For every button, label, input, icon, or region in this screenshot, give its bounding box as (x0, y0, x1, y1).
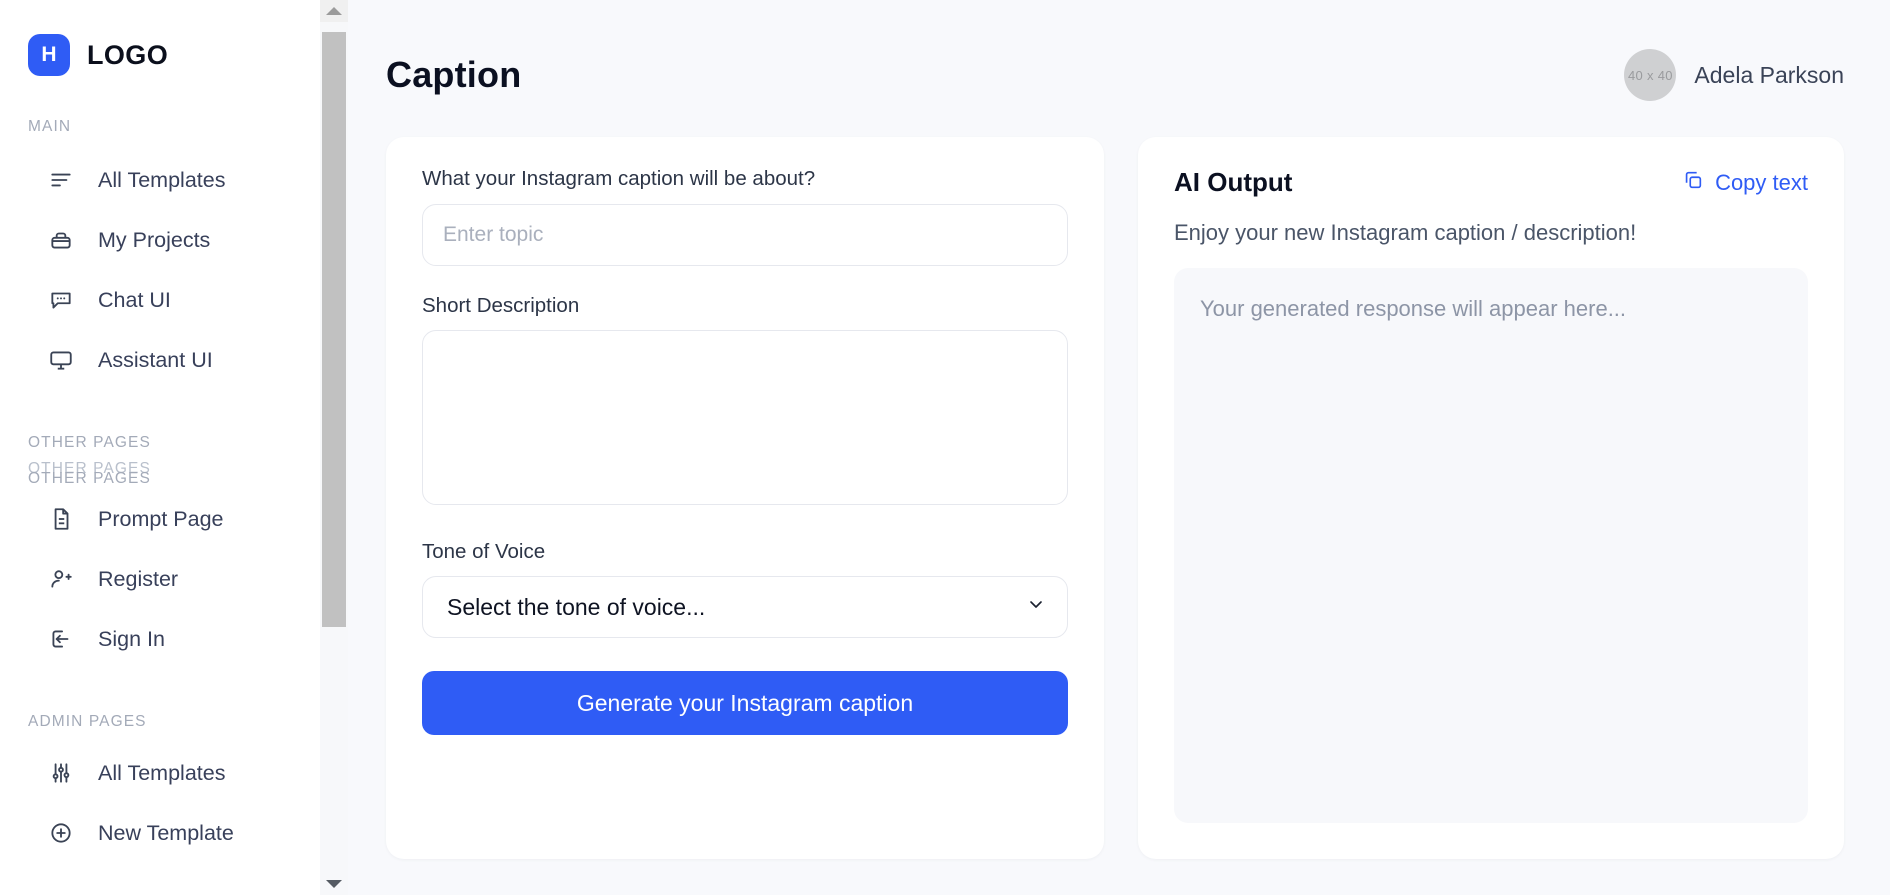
monitor-icon (48, 347, 74, 373)
plus-circle-icon (48, 820, 74, 846)
tone-select-wrap: Select the tone of voice... (422, 576, 1068, 638)
sidebar-section-other-pages-repeat: OTHER PAGES (28, 470, 151, 487)
ai-output-card: AI Output Copy text Enjoy your new Insta… (1138, 137, 1844, 859)
scrollbar-thumb[interactable] (322, 32, 346, 627)
sidebar-nav-other: Prompt Page Register Sign In (0, 489, 320, 669)
scrollbar-down-arrow[interactable] (320, 873, 348, 895)
ai-output-subtitle: Enjoy your new Instagram caption / descr… (1174, 220, 1637, 245)
caption-form-card: What your Instagram caption will be abou… (386, 137, 1104, 859)
main-area: Caption 40 x 40 Adela Parkson What your … (348, 0, 1890, 895)
caret-down-icon (326, 880, 342, 888)
brand-logo[interactable]: H LOGO (0, 18, 320, 80)
brand-mark-icon: H (28, 34, 70, 76)
sidebar-section-other-pages: OTHER PAGES (28, 434, 151, 451)
ai-output-title: AI Output (1174, 167, 1293, 197)
sidebar-item-assistant-ui[interactable]: Assistant UI (0, 330, 320, 390)
sign-in-icon (48, 626, 74, 652)
topic-label: What your Instagram caption will be abou… (422, 167, 816, 190)
sidebar-item-my-projects[interactable]: My Projects (0, 210, 320, 270)
page-header: Caption 40 x 40 Adela Parkson (348, 0, 1890, 112)
sidebar: H LOGO MAIN All Templates My Projects Ch… (0, 0, 348, 895)
user-name: Adela Parkson (1694, 61, 1844, 88)
sidebar-item-sign-in[interactable]: Sign In (0, 609, 320, 669)
sidebar-item-chat-ui[interactable]: Chat UI (0, 270, 320, 330)
sidebar-content: H LOGO MAIN All Templates My Projects Ch… (0, 0, 320, 895)
sidebar-item-admin-all-templates[interactable]: All Templates (0, 743, 320, 803)
sidebar-section-other-pages-duplicate: OTHER PAGES OTHER PAGES (0, 460, 320, 489)
avatar: 40 x 40 (1624, 49, 1677, 101)
description-label: Short Description (422, 294, 580, 317)
copy-icon (1682, 169, 1704, 197)
sidebar-nav-admin: All Templates New Template (0, 743, 320, 863)
document-icon (48, 506, 74, 532)
sidebar-item-label: Sign In (98, 626, 165, 651)
sidebar-item-label: My Projects (98, 227, 211, 252)
copy-text-label: Copy text (1715, 169, 1808, 195)
scrollbar-up-arrow[interactable] (320, 0, 348, 22)
sidebar-item-label: Register (98, 566, 179, 591)
sidebar-item-prompt-page[interactable]: Prompt Page (0, 489, 320, 549)
ai-output-placeholder: Your generated response will appear here… (1200, 296, 1627, 321)
sidebar-item-label: Assistant UI (98, 347, 213, 372)
sidebar-scrollbar[interactable] (320, 0, 348, 895)
tone-select[interactable]: Select the tone of voice... (422, 576, 1068, 638)
sidebar-item-all-templates[interactable]: All Templates (0, 150, 320, 210)
topic-input[interactable] (422, 204, 1068, 266)
user-profile[interactable]: 40 x 40 Adela Parkson (1624, 49, 1844, 101)
sidebar-nav-main: All Templates My Projects Chat UI Assist… (0, 150, 320, 390)
briefcase-icon (48, 227, 74, 253)
sidebar-section-main: MAIN (28, 118, 72, 135)
sliders-icon (48, 760, 74, 786)
caret-up-icon (326, 7, 342, 15)
description-textarea[interactable] (422, 330, 1068, 505)
brand-name: LOGO (87, 39, 169, 70)
user-plus-icon (48, 566, 74, 592)
app-root: H LOGO MAIN All Templates My Projects Ch… (0, 0, 1890, 895)
copy-text-button[interactable]: Copy text (1682, 169, 1808, 197)
chat-bubble-icon (48, 287, 74, 313)
content-row: What your Instagram caption will be abou… (348, 112, 1890, 859)
ai-output-box[interactable]: Your generated response will appear here… (1174, 268, 1808, 823)
generate-caption-button[interactable]: Generate your Instagram caption (422, 671, 1068, 735)
sidebar-item-register[interactable]: Register (0, 549, 320, 609)
sidebar-item-label: All Templates (98, 167, 226, 192)
sidebar-item-label: New Template (98, 820, 234, 845)
sidebar-item-label: All Templates (98, 760, 226, 785)
ai-output-header: AI Output Copy text (1174, 167, 1808, 198)
sidebar-item-new-template[interactable]: New Template (0, 803, 320, 863)
sidebar-item-label: Prompt Page (98, 506, 224, 531)
page-title: Caption (386, 54, 522, 95)
sidebar-section-admin-pages: ADMIN PAGES (28, 713, 147, 730)
sidebar-item-label: Chat UI (98, 287, 171, 312)
list-lines-icon (48, 167, 74, 193)
tone-label: Tone of Voice (422, 540, 546, 563)
scrollbar-track[interactable] (320, 22, 348, 873)
